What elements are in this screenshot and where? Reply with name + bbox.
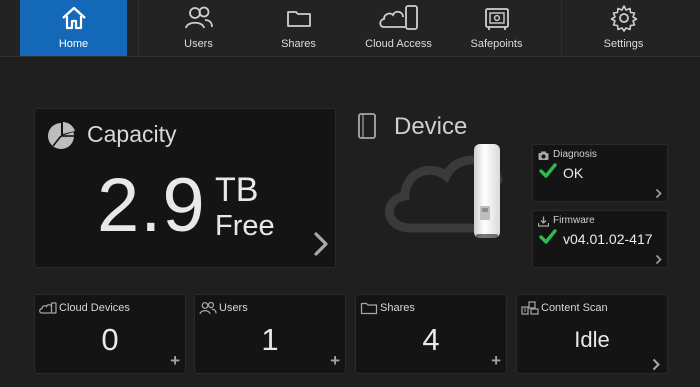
nav-divider bbox=[138, 0, 139, 56]
shares-tile[interactable]: Shares 4 + bbox=[355, 294, 507, 374]
checkmark-icon bbox=[539, 163, 557, 178]
chevron-right-icon[interactable] bbox=[652, 358, 660, 371]
nav-users[interactable]: Users bbox=[145, 0, 252, 56]
folder-icon bbox=[286, 11, 311, 27]
camera-icon bbox=[538, 151, 549, 160]
nav-settings-label: Settings bbox=[603, 38, 644, 50]
users-icon bbox=[184, 6, 213, 29]
nav-divider bbox=[561, 0, 562, 56]
add-cloud-device-button[interactable]: + bbox=[170, 351, 180, 371]
nav-users-label: Users bbox=[184, 38, 213, 50]
checkmark-icon bbox=[539, 229, 557, 244]
diagnosis-value: OK bbox=[563, 165, 584, 181]
chevron-right-icon[interactable] bbox=[655, 188, 662, 199]
nav-settings[interactable]: Settings bbox=[570, 0, 677, 56]
top-navigation: Home Users Shares Cloud Access Safepoint… bbox=[0, 0, 700, 57]
shares-label: Shares bbox=[380, 302, 415, 314]
chevron-right-icon[interactable] bbox=[313, 231, 329, 257]
capacity-value: 2.9 bbox=[97, 163, 206, 248]
diagnosis-panel[interactable]: Diagnosis OK bbox=[532, 144, 668, 202]
cloud-devices-label: Cloud Devices bbox=[59, 302, 130, 314]
nav-cloud-access-label: Cloud Access bbox=[365, 38, 432, 50]
firmware-label: Firmware bbox=[553, 215, 595, 226]
cloud-illustration bbox=[384, 155, 503, 233]
download-icon bbox=[538, 216, 549, 227]
content-scan-tile[interactable]: Content Scan Idle bbox=[516, 294, 668, 374]
capacity-panel[interactable]: Capacity 2.9 TB Free bbox=[34, 108, 336, 268]
home-icon bbox=[61, 6, 86, 30]
device-title: Device bbox=[394, 113, 468, 140]
firmware-panel[interactable]: Firmware v04.01.02-417 bbox=[532, 210, 668, 268]
diagnosis-label: Diagnosis bbox=[553, 149, 597, 160]
pie-chart-icon bbox=[48, 122, 75, 149]
folder-icon bbox=[360, 302, 378, 315]
content-scan-status: Idle bbox=[574, 327, 610, 352]
nav-shares[interactable]: Shares bbox=[245, 0, 352, 56]
add-user-button[interactable]: + bbox=[330, 351, 340, 371]
users-tile[interactable]: Users 1 + bbox=[194, 294, 346, 374]
add-share-button[interactable]: + bbox=[491, 351, 501, 371]
capacity-title: Capacity bbox=[87, 121, 177, 147]
cloud-devices-count: 0 bbox=[101, 322, 119, 357]
firmware-version: v04.01.02-417 bbox=[563, 231, 653, 247]
nav-cloud-access[interactable]: Cloud Access bbox=[345, 0, 452, 56]
chevron-right-icon[interactable] bbox=[655, 254, 662, 265]
nav-safepoints[interactable]: Safepoints bbox=[443, 0, 550, 56]
nav-shares-label: Shares bbox=[281, 38, 316, 50]
cloud-devices-tile[interactable]: Cloud Devices 0 + bbox=[34, 294, 186, 374]
users-count: 1 bbox=[261, 322, 279, 357]
nav-safepoints-label: Safepoints bbox=[470, 38, 523, 50]
capacity-free-label: Free bbox=[215, 210, 275, 242]
content-scan-label: Content Scan bbox=[541, 302, 608, 314]
nav-home[interactable]: Home bbox=[20, 0, 127, 56]
cloud-device-icon bbox=[378, 5, 418, 30]
shares-count: 4 bbox=[422, 322, 440, 357]
users-label: Users bbox=[219, 302, 248, 314]
users-icon bbox=[199, 301, 217, 315]
nav-home-label: Home bbox=[58, 38, 89, 50]
content-scan-icon bbox=[521, 301, 539, 315]
gear-icon bbox=[610, 5, 637, 32]
capacity-unit: TB bbox=[215, 171, 259, 209]
nas-drive-image[interactable] bbox=[472, 142, 502, 242]
cloud-device-icon bbox=[39, 302, 57, 314]
safe-icon bbox=[484, 8, 509, 30]
device-icon bbox=[358, 113, 376, 139]
